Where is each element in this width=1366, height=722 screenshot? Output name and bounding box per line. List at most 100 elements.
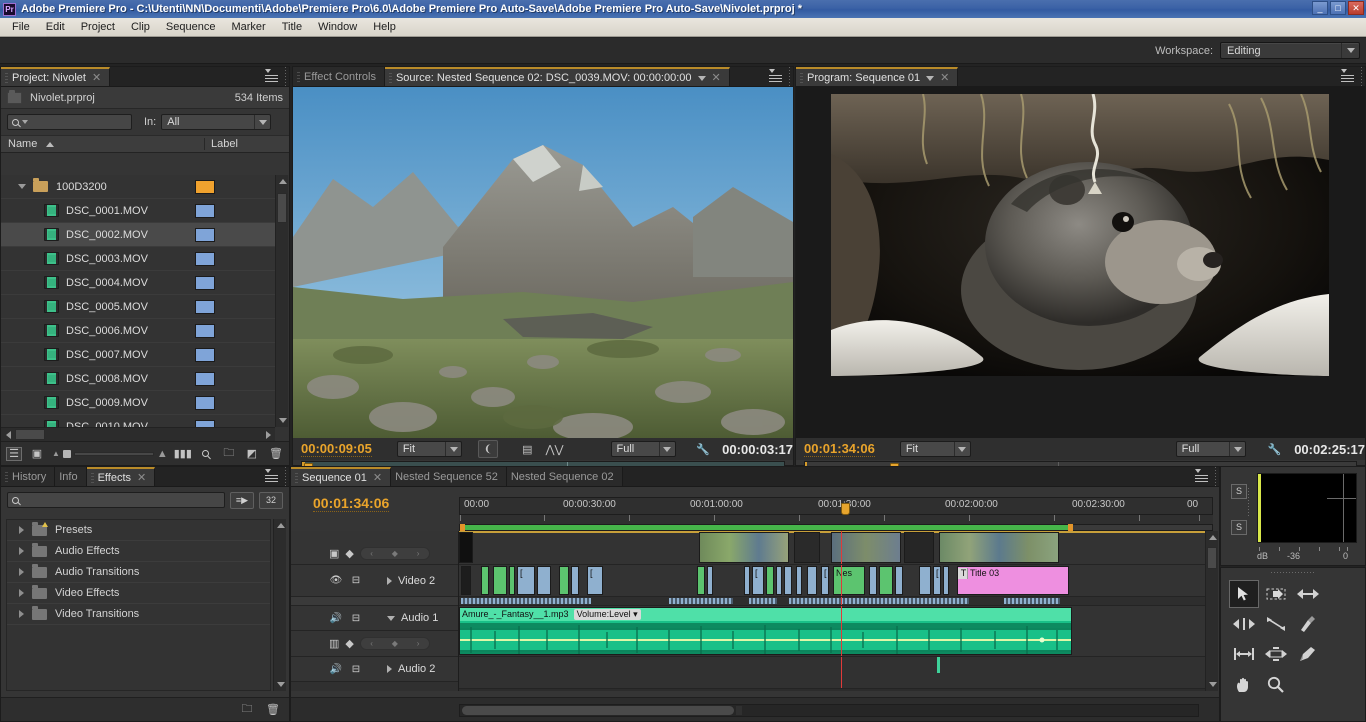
scroll-up-icon[interactable] [1206,531,1219,544]
clip[interactable] [459,532,473,563]
scroll-thumb[interactable] [15,429,45,440]
expand-track-icon[interactable] [387,577,392,585]
table-row[interactable]: DSC_0010.MOV [1,415,275,427]
close-icon[interactable]: ✕ [137,471,146,484]
table-row[interactable]: DSC_0001.MOV [1,199,275,223]
clip[interactable] [697,566,705,595]
minimize-button[interactable]: _ [1312,1,1328,15]
hand-tool[interactable] [1229,670,1259,698]
tab-info[interactable]: Info [55,467,86,486]
table-row[interactable]: DSC_0002.MOV [1,223,275,247]
timeline-tracks-area[interactable]: [ [ [ [ Nes [ [459,531,1213,691]
clip[interactable] [904,532,934,563]
timeline-ruler[interactable]: 00:00 00:00:30:00 00:01:00:00 00:01:30:0… [459,497,1213,515]
clip-audio[interactable]: Amure_-_Fantasy__1.mp3 Volume:Level ▾ [459,607,1072,655]
label-swatch[interactable] [195,228,215,242]
selection-tool[interactable] [1229,580,1259,608]
column-header-name[interactable]: Name [1,138,204,150]
label-swatch[interactable] [195,420,215,428]
clip[interactable] [796,566,802,595]
tab-program-sequence01[interactable]: Program: Sequence 01 ✕ [796,67,958,86]
playhead[interactable] [841,565,842,596]
clip[interactable] [895,566,903,595]
tab-project-nivolet[interactable]: Project: Nivolet ✕ [1,67,110,86]
clip[interactable] [744,566,750,595]
clip[interactable] [869,566,877,595]
table-row[interactable]: DSC_0009.MOV [1,391,275,415]
audio-marker[interactable] [937,657,940,673]
clip[interactable] [559,566,569,595]
voice-over-icon[interactable]: ▥ [329,637,339,650]
clip-nested[interactable] [879,566,893,595]
clip[interactable]: [ [752,566,764,595]
rolling-edit-tool[interactable] [1229,610,1259,638]
track-video3[interactable] [459,531,1213,565]
menu-help[interactable]: Help [365,19,404,35]
slide-tool[interactable] [1261,640,1291,668]
program-panel-menu-button[interactable] [1336,67,1358,86]
audio-effect-label[interactable]: Volume:Level ▾ [574,609,641,620]
clip-nested[interactable]: Nes [833,566,865,595]
pen-tool[interactable] [1293,640,1323,668]
clip[interactable] [794,532,820,563]
scroll-down-icon[interactable] [274,678,287,691]
clip[interactable]: [ [517,566,535,595]
effects-search-input[interactable] [7,492,225,508]
close-button[interactable]: ✕ [1348,1,1364,15]
clip[interactable] [699,532,789,563]
speaker-icon[interactable]: 🔊 [329,612,343,624]
toggle-sync-lock-icon[interactable]: ⊟ [349,575,363,587]
clip[interactable] [939,532,1059,563]
track-audio1[interactable]: Amure_-_Fantasy__1.mp3 Volume:Level ▾ [459,606,1213,657]
menu-sequence[interactable]: Sequence [158,19,224,35]
project-in-select[interactable]: All [161,114,271,130]
source-quality-select[interactable]: Full [611,441,676,457]
eye-icon[interactable]: 👁 [329,575,343,587]
label-swatch[interactable] [195,324,215,338]
effects-panel-menu-button[interactable] [260,467,282,486]
label-swatch[interactable] [195,372,215,386]
automate-to-sequence-icon[interactable]: ▮▮▮ [175,447,191,461]
clip[interactable] [766,566,774,595]
program-video-image[interactable] [796,87,1365,438]
toggle-track-output-icon[interactable]: ▣ [329,547,339,560]
table-row[interactable]: DSC_0004.MOV [1,271,275,295]
track-header-audio1[interactable]: 🔊 ⊟ Audio 1 [291,606,458,631]
timeline-resize-grip[interactable] [1203,704,1215,716]
settings-wrench-icon[interactable]: 🔧 [696,442,710,456]
clip[interactable] [537,566,551,595]
project-vertical-scrollbar[interactable] [275,175,288,427]
table-row[interactable]: DSC_0003.MOV [1,247,275,271]
clip[interactable] [509,566,515,595]
label-swatch[interactable] [195,396,215,410]
expand-track-icon[interactable] [387,665,392,673]
clip[interactable]: [ [587,566,603,595]
list-item[interactable]: Audio Transitions [7,562,270,583]
solo-button-left[interactable]: S [1231,484,1247,499]
disclosure-triangle-icon[interactable] [19,547,24,555]
new-bin-icon[interactable]: 🗀 [221,447,237,461]
keyframe-icon[interactable]: ◆ [345,637,353,650]
column-header-label[interactable]: Label [204,138,289,150]
scroll-left-icon[interactable] [1,428,15,442]
clip[interactable]: [ [821,566,829,595]
clip-title[interactable]: TTitle 03 [957,566,1069,595]
clip[interactable] [461,566,471,595]
track-video2[interactable]: [ [ [ [ Nes [ [459,565,1213,597]
table-row[interactable]: DSC_0008.MOV [1,367,275,391]
collapse-track-icon[interactable] [387,616,395,621]
clip[interactable]: [ [933,566,941,595]
audio-waveform-icon[interactable]: ⋀⋁ [547,442,563,456]
clip[interactable] [776,566,782,595]
chevron-down-icon[interactable] [698,72,706,84]
effects-vertical-scrollbar[interactable] [273,519,286,691]
source-panel-menu-button[interactable] [764,67,786,86]
table-row[interactable]: 100D3200 [1,175,275,199]
program-current-timecode[interactable]: 00:01:34:06 [804,441,875,457]
label-swatch[interactable] [195,252,215,266]
menu-project[interactable]: Project [73,19,123,35]
clear-icon[interactable]: 🗑 [268,447,284,461]
list-item[interactable]: Audio Effects [7,541,270,562]
find-icon[interactable] [198,447,214,461]
workspace-select[interactable]: Editing [1220,42,1360,59]
